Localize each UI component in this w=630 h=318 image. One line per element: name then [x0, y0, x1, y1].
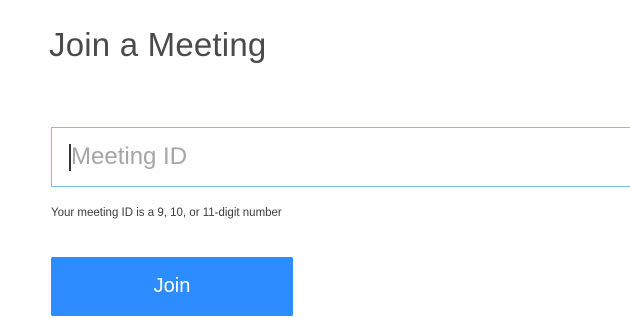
meeting-id-input[interactable] — [52, 128, 630, 186]
meeting-id-helper-text: Your meeting ID is a 9, 10, or 11-digit … — [51, 207, 282, 219]
meeting-id-field[interactable] — [51, 127, 630, 187]
text-caret — [69, 144, 71, 171]
page-title: Join a Meeting — [49, 26, 267, 63]
join-button[interactable]: Join — [51, 257, 293, 316]
join-meeting-page: Join a Meeting Your meeting ID is a 9, 1… — [0, 0, 630, 318]
